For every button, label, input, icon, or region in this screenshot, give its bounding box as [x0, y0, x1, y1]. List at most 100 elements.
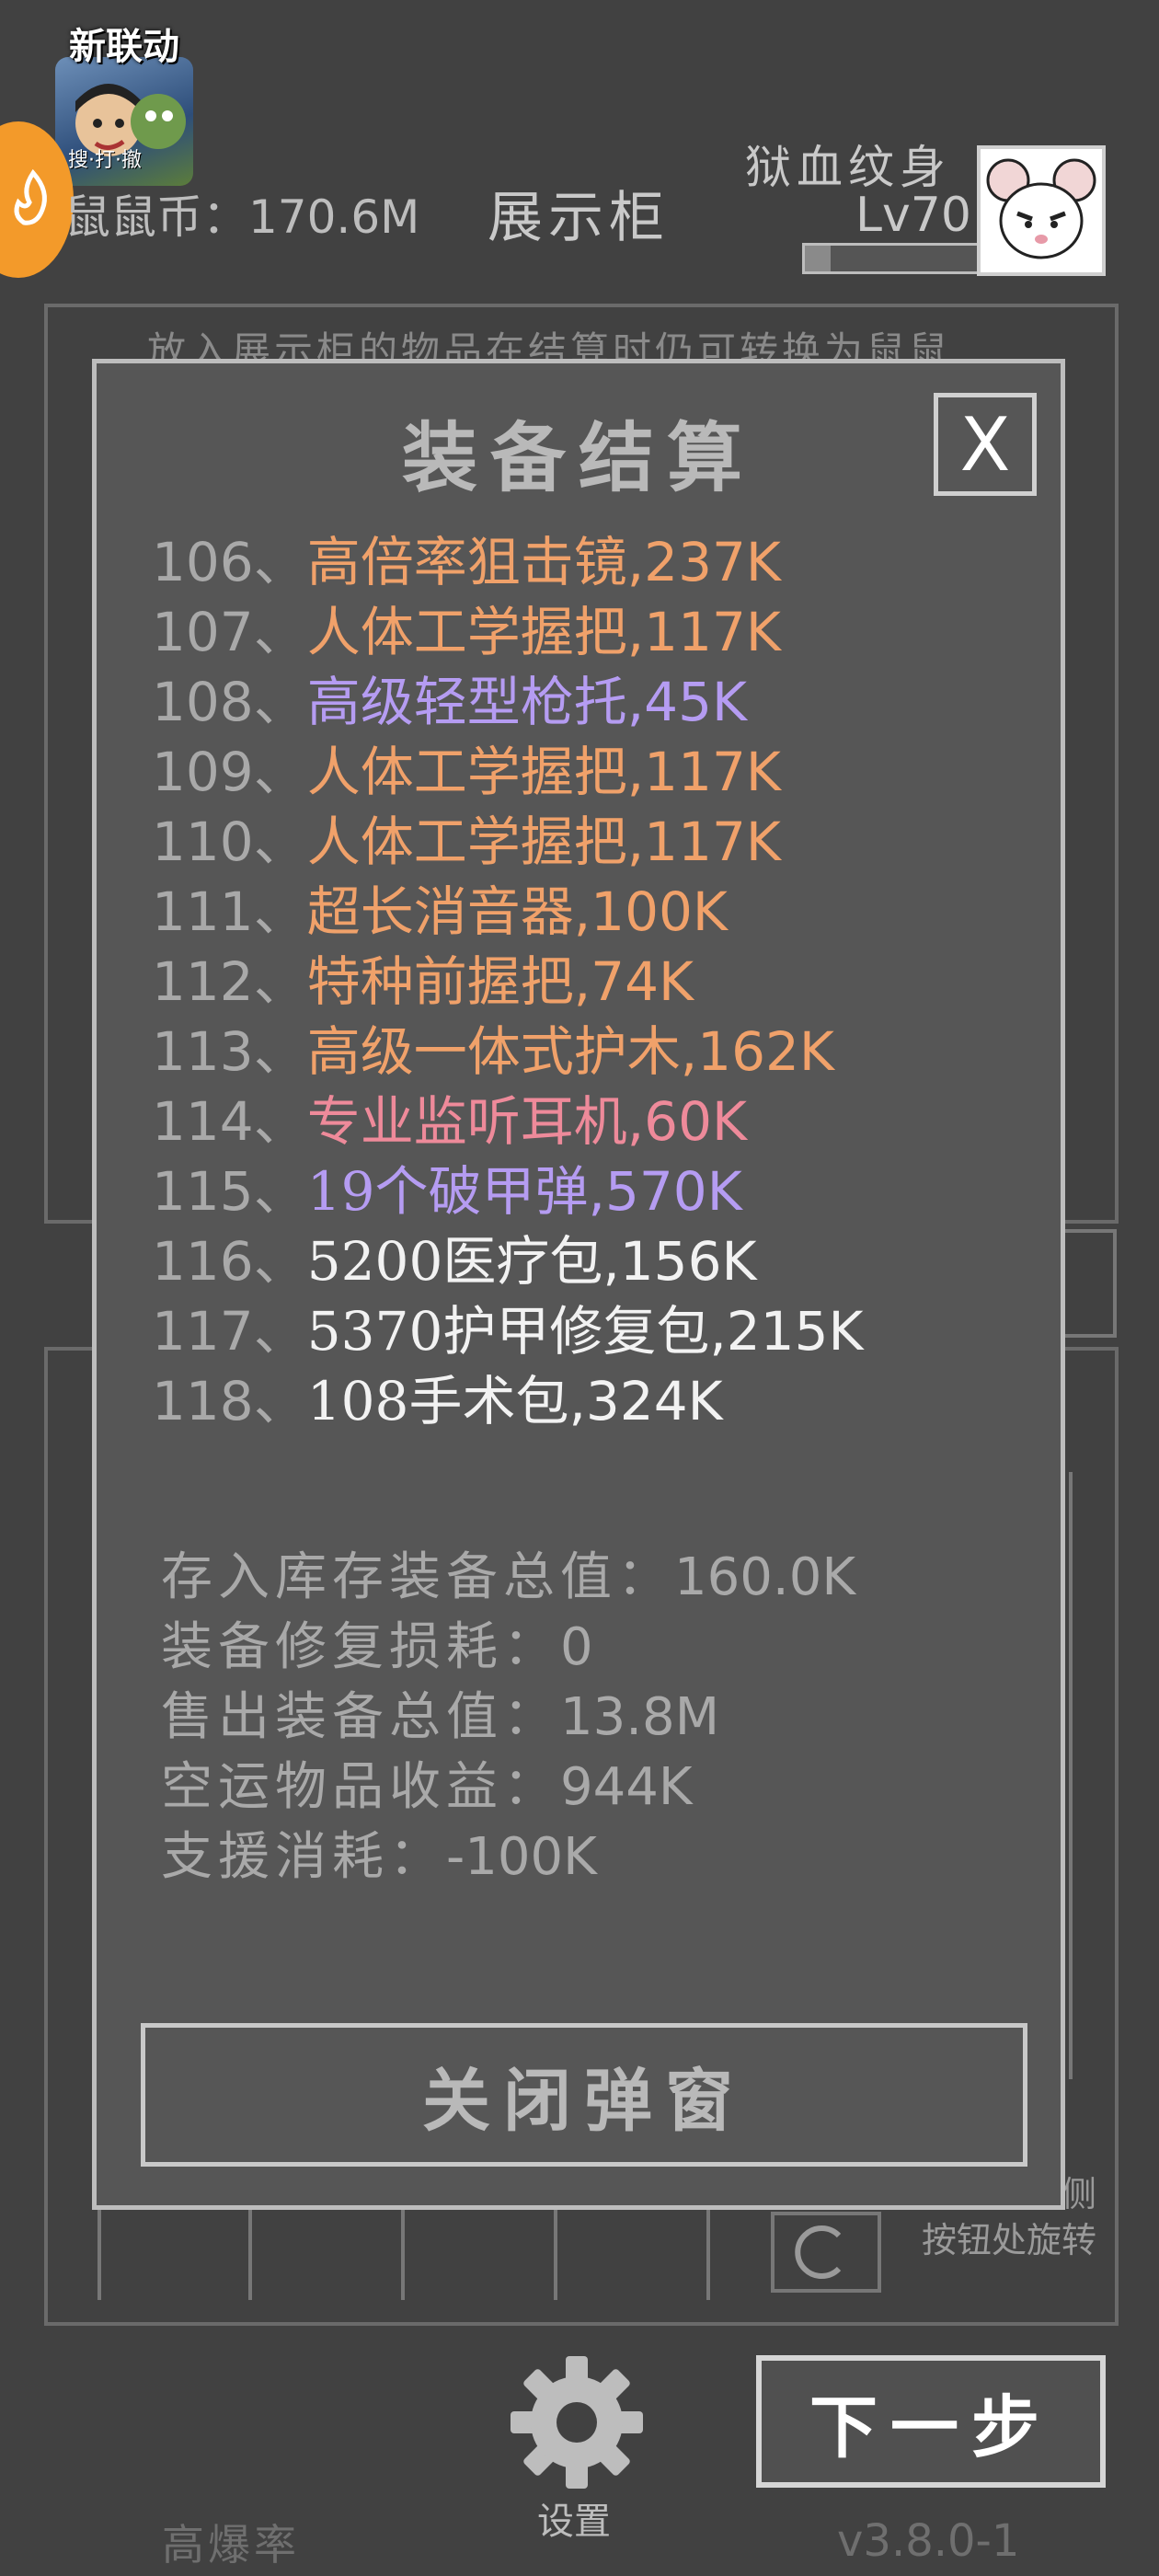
equipment-settlement-modal: 装备结算 X 106、高倍率狙击镜,237K 107、人体工学握把,117K 108… — [92, 359, 1065, 2210]
item-name: 人体工学握把 — [306, 741, 627, 803]
collab-title: 新联动 — [69, 26, 179, 68]
rotate-icon — [795, 2225, 842, 2279]
item-index: 106 — [152, 531, 254, 593]
item-value: ,60K — [626, 1090, 748, 1153]
item-value: ,324K — [568, 1370, 723, 1432]
list-item: 115、19个破甲弹,570K — [152, 1156, 1016, 1226]
summary-row: 存入库存装备总值：160.0K — [161, 1547, 856, 1607]
item-index: 116 — [152, 1230, 254, 1293]
list-item: 114、专业监听耳机,60K — [152, 1087, 1016, 1156]
next-step-button[interactable]: 下一步 — [756, 2355, 1106, 2488]
item-index: 107 — [152, 601, 254, 663]
list-item: 118、108手术包,324K — [152, 1366, 1016, 1436]
item-value: ,570K — [588, 1160, 742, 1223]
item-separator: 、 — [253, 1160, 307, 1223]
item-separator: 、 — [253, 811, 307, 873]
coins-label: 鼠鼠币： — [64, 190, 248, 244]
list-item: 113、高级一体式护木,162K — [152, 1017, 1016, 1087]
summary-row: 售出装备总值：13.8M — [161, 1687, 720, 1747]
summary-row: 空运物品收益：944K — [161, 1757, 693, 1817]
item-index: 111 — [152, 880, 254, 943]
xp-bar — [802, 243, 981, 274]
item-index: 113 — [152, 1020, 254, 1083]
list-item: 112、特种前握把,74K — [152, 947, 1016, 1017]
summary-section: 存入库存装备总值：160.0K 装备修复损耗：0 售出装备总值：13.8M 空运… — [161, 1543, 855, 1892]
item-name: 特种前握把 — [306, 950, 574, 1013]
version-label: v3.8.0-1 — [837, 2515, 1020, 2567]
item-separator: 、 — [253, 1090, 307, 1153]
item-separator: 、 — [253, 531, 307, 593]
rotate-button[interactable] — [771, 2212, 881, 2293]
item-name: 高倍率狙击镜 — [306, 531, 627, 593]
modal-title: 装备结算 — [401, 414, 755, 502]
list-item: 106、高倍率狙击镜,237K — [152, 527, 1016, 597]
flame-icon — [14, 168, 47, 225]
item-index: 118 — [152, 1370, 254, 1432]
item-value: ,156K — [602, 1230, 757, 1293]
summary-row: 装备修复损耗：0 — [161, 1617, 593, 1677]
avatar[interactable] — [977, 145, 1106, 276]
collab-subtitle: 搜·打·撤 — [68, 149, 142, 172]
item-value: ,74K — [573, 950, 694, 1013]
item-value: ,162K — [680, 1020, 834, 1083]
collab-banner[interactable]: 新联动 搜·打·撤 — [52, 17, 197, 186]
settings-button[interactable] — [508, 2353, 646, 2491]
item-value: ,117K — [626, 811, 781, 873]
settings-label: 设置 — [537, 2501, 611, 2543]
item-separator: 、 — [253, 741, 307, 803]
item-separator: 、 — [253, 1020, 307, 1083]
item-value: ,117K — [626, 741, 781, 803]
item-index: 110 — [152, 811, 254, 873]
item-separator: 、 — [253, 1370, 307, 1432]
close-button[interactable]: X — [934, 393, 1037, 496]
item-index: 117 — [152, 1300, 254, 1363]
player-level: Lv70 — [855, 188, 971, 243]
inventory-grid — [98, 2204, 716, 2300]
list-item: 116、5200医疗包,156K — [152, 1226, 1016, 1296]
item-index: 108 — [152, 671, 254, 733]
item-name: 超长消音器 — [306, 880, 574, 943]
mouse-avatar-icon — [986, 158, 1096, 259]
list-item: 111、超长消音器,100K — [152, 877, 1016, 947]
list-item: 117、5370护甲修复包,215K — [152, 1296, 1016, 1366]
list-item: 108、高级轻型枪托,45K — [152, 667, 1016, 737]
item-separator: 、 — [253, 1300, 307, 1363]
item-name: 专业监听耳机 — [306, 1090, 627, 1153]
side-tab[interactable] — [1058, 1229, 1117, 1338]
item-name: 人体工学握把 — [306, 811, 627, 873]
close-popup-button[interactable]: 关闭弹窗 — [141, 2023, 1027, 2167]
high-rate-label: 高爆率 — [162, 2520, 300, 2570]
list-item: 107、人体工学握把,117K — [152, 597, 1016, 667]
item-name: 高级一体式护木 — [306, 1020, 681, 1083]
item-name: 19个破甲弹 — [306, 1160, 589, 1223]
item-value: ,237K — [626, 531, 781, 593]
rotate-hint-line2: 按钮处旋转 — [921, 2220, 1096, 2260]
item-index: 112 — [152, 950, 254, 1013]
coins-value: 170.6M — [248, 190, 420, 244]
item-value: ,45K — [626, 671, 748, 733]
item-value: ,215K — [709, 1300, 864, 1363]
page-title: 展示柜 — [488, 186, 670, 250]
item-index: 115 — [152, 1160, 254, 1223]
item-name: 人体工学握把 — [306, 601, 627, 663]
item-separator: 、 — [253, 880, 307, 943]
item-index: 114 — [152, 1090, 254, 1153]
scrollbar[interactable] — [1069, 1472, 1080, 2079]
item-index: 109 — [152, 741, 254, 803]
item-name: 5370护甲修复包 — [306, 1300, 710, 1363]
item-name: 5200医疗包 — [306, 1230, 603, 1293]
item-name: 108手术包 — [306, 1370, 569, 1432]
item-separator: 、 — [253, 671, 307, 733]
list-item: 109、人体工学握把,117K — [152, 737, 1016, 807]
item-separator: 、 — [253, 1230, 307, 1293]
summary-row: 支援消耗：-100K — [161, 1827, 597, 1887]
item-separator: 、 — [253, 950, 307, 1013]
list-item: 110、人体工学握把,117K — [152, 807, 1016, 877]
item-value: ,117K — [626, 601, 781, 663]
item-separator: 、 — [253, 601, 307, 663]
item-value: ,100K — [573, 880, 728, 943]
coins-display: 鼠鼠币：170.6M — [64, 180, 419, 247]
item-list[interactable]: 106、高倍率狙击镜,237K 107、人体工学握把,117K 108、高级轻型枪托… — [152, 527, 1016, 1493]
xp-fill — [805, 246, 832, 271]
item-name: 高级轻型枪托 — [306, 671, 627, 733]
